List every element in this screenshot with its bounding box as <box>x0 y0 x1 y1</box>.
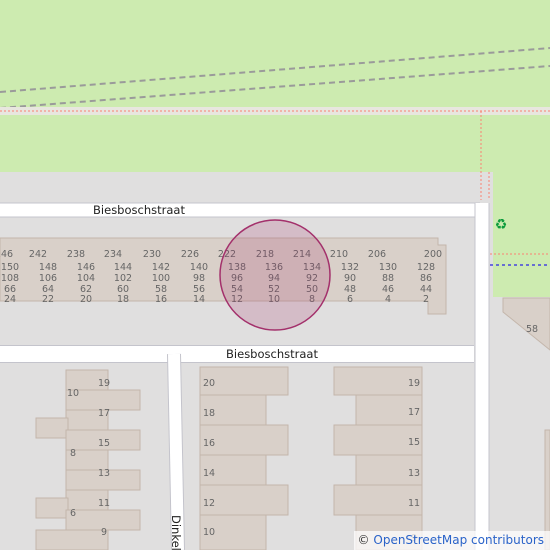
house-number: 246 <box>0 249 13 260</box>
house-number: 106 <box>39 273 57 284</box>
building-block-south-left <box>35 369 141 550</box>
house-number: 144 <box>114 262 132 273</box>
house-number: 16 <box>203 438 215 449</box>
park-area-right <box>493 172 550 297</box>
house-number: 16 <box>155 294 167 305</box>
house-number: 58 <box>526 324 538 335</box>
house-number: 22 <box>42 294 54 305</box>
house-number: 242 <box>29 249 47 260</box>
house-number: 14 <box>203 468 215 479</box>
house-number: 210 <box>330 249 348 260</box>
attribution: © OpenStreetMap contributors <box>353 531 550 550</box>
house-number: 226 <box>181 249 199 260</box>
building-block-south-right <box>333 366 423 550</box>
house-number: 12 <box>203 498 215 509</box>
house-number: 140 <box>190 262 208 273</box>
house-number: 9 <box>101 527 107 538</box>
house-number: 146 <box>77 262 95 273</box>
house-number: 13 <box>408 468 420 479</box>
house-number: 8 <box>70 448 76 459</box>
house-number: 142 <box>152 262 170 273</box>
house-number: 102 <box>114 273 132 284</box>
house-number: 148 <box>39 262 57 273</box>
house-number: 15 <box>98 438 110 449</box>
house-number: 86 <box>420 273 432 284</box>
house-number: 15 <box>408 437 420 448</box>
house-number: 2 <box>423 294 429 305</box>
house-number: 13 <box>98 468 110 479</box>
house-number: 234 <box>104 249 122 260</box>
attribution-link[interactable]: OpenStreetMap contributors <box>373 533 544 547</box>
house-number: 17 <box>98 408 110 419</box>
house-number: 20 <box>80 294 92 305</box>
house-number: 19 <box>408 378 420 389</box>
house-number: 18 <box>203 408 215 419</box>
house-number: 104 <box>77 273 95 284</box>
copyright-symbol: © <box>357 533 370 547</box>
house-number: 6 <box>347 294 353 305</box>
house-number: 11 <box>408 498 420 509</box>
house-number: 132 <box>341 262 359 273</box>
street-label-biesboschstraat-top: Biesboschstraat <box>93 203 185 217</box>
house-number: 20 <box>203 378 215 389</box>
house-number: 11 <box>98 498 110 509</box>
house-number: 128 <box>417 262 435 273</box>
path-strip <box>0 107 550 115</box>
house-number: 88 <box>382 273 394 284</box>
house-number: 19 <box>98 378 110 389</box>
house-number: 90 <box>344 273 356 284</box>
house-number: 17 <box>408 407 420 418</box>
recycling-icon[interactable]: ♻ <box>495 217 508 233</box>
house-number: 10 <box>203 527 215 538</box>
map-canvas[interactable]: 2462422382342302262222182142102062001501… <box>0 0 550 550</box>
house-number: 238 <box>67 249 85 260</box>
house-number: 98 <box>193 273 205 284</box>
building-block-south-mid <box>199 366 289 550</box>
house-number: 200 <box>424 249 442 260</box>
house-number: 206 <box>368 249 386 260</box>
house-number: 6 <box>70 508 76 519</box>
house-number: 4 <box>385 294 391 305</box>
house-number: 230 <box>143 249 161 260</box>
street-label-dinkel: Dinkel <box>169 515 183 550</box>
house-number: 150 <box>1 262 19 273</box>
house-number: 10 <box>67 388 79 399</box>
location-marker[interactable] <box>219 219 331 331</box>
house-number: 18 <box>117 294 129 305</box>
svg-text:♻: ♻ <box>495 217 508 233</box>
house-number: 100 <box>152 273 170 284</box>
house-number: 108 <box>1 273 19 284</box>
house-number: 130 <box>379 262 397 273</box>
street-label-biesboschstraat-main: Biesboschstraat <box>226 347 318 361</box>
house-number: 24 <box>4 294 16 305</box>
house-number: 14 <box>193 294 205 305</box>
